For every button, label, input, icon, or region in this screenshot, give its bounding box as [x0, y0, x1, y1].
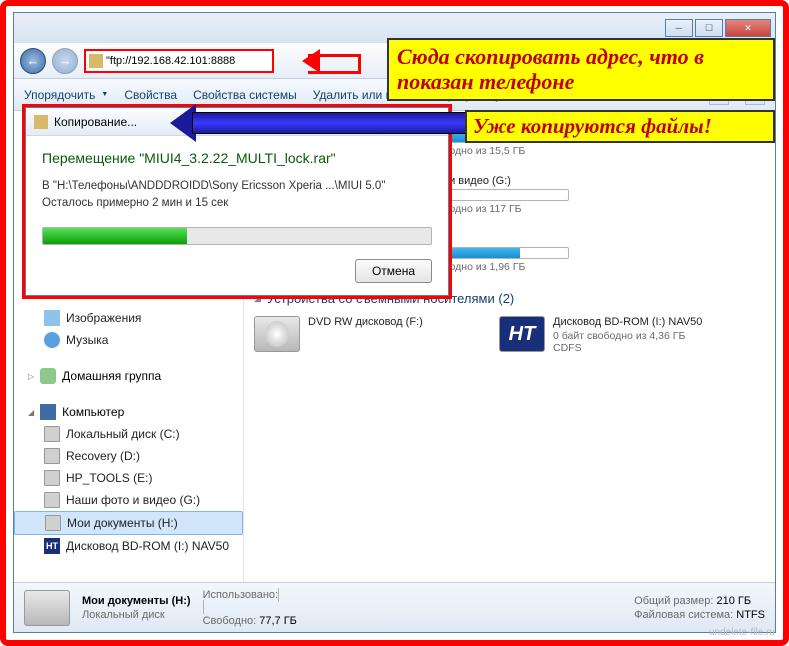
statusbar: Мои документы (H:) Локальный диск Исполь… [14, 582, 775, 632]
sidebar-label: Домашняя группа [62, 369, 161, 383]
annotation-address: Сюда скопировать адрес, что в показан те… [387, 38, 775, 101]
sidebar-label: Наши фото и видео (G:) [66, 493, 200, 507]
images-icon [44, 310, 60, 326]
music-icon [44, 332, 60, 348]
sidebar-label: Локальный диск (C:) [66, 427, 180, 441]
drive-nav[interactable]: Дисковод BD-ROM (I:) NAV50 0 байт свобод… [499, 316, 734, 354]
sidebar-item-drive-c[interactable]: Локальный диск (C:) [14, 423, 243, 445]
status-fs-value: NTFS [736, 609, 765, 621]
sidebar-item-drive-i[interactable]: HT Дисковод BD-ROM (I:) NAV50 [14, 535, 243, 557]
sidebar-item-drive-g[interactable]: Наши фото и видео (G:) [14, 489, 243, 511]
sidebar-item-drive-e[interactable]: HP_TOOLS (E:) [14, 467, 243, 489]
nav-drive-icon: HT [44, 538, 60, 554]
drive-free-text: 0 байт свободно из 4,36 ГБ [553, 330, 734, 342]
sidebar-label: Изображения [66, 311, 141, 325]
sidebar-homegroup[interactable]: ▷Домашняя группа [14, 365, 243, 387]
sidebar-label: Дисковод BD-ROM (I:) NAV50 [66, 539, 229, 553]
status-free-value: 77,7 ГБ [259, 615, 297, 627]
organize-menu[interactable]: Упорядочить [24, 88, 108, 102]
sidebar-item-images[interactable]: Изображения [14, 307, 243, 329]
nav-icon [499, 316, 545, 352]
system-properties-button[interactable]: Свойства системы [193, 88, 297, 102]
computer-icon [40, 404, 56, 420]
folder-icon [89, 54, 103, 68]
annotation-arrow-blue [170, 108, 470, 138]
progress-bar [42, 227, 432, 245]
drive-icon [44, 470, 60, 486]
status-total-label: Общий размер: [634, 595, 713, 607]
status-drive-type: Локальный диск [82, 609, 191, 621]
copy-icon [34, 115, 48, 129]
sidebar-item-music[interactable]: Музыка [14, 329, 243, 351]
drive-icon [44, 492, 60, 508]
properties-button[interactable]: Свойства [124, 88, 177, 102]
sidebar-label: Recovery (D:) [66, 449, 140, 463]
status-drive-icon [24, 590, 70, 626]
sidebar-computer[interactable]: ◢Компьютер [14, 401, 243, 423]
dialog-title-text: Копирование... [54, 115, 137, 129]
cancel-button[interactable]: Отмена [355, 259, 432, 283]
status-drive-name: Мои документы (H:) [82, 595, 191, 607]
drive-name: DVD RW дисковод (F:) [308, 316, 489, 328]
dialog-eta: Осталось примерно 2 мин и 15 сек [42, 195, 432, 212]
back-button[interactable]: ← [20, 48, 46, 74]
watermark: undelete-file.ru [709, 627, 775, 638]
maximize-button[interactable]: ☐ [695, 19, 723, 37]
sidebar-label: Компьютер [62, 405, 124, 419]
address-input[interactable] [106, 55, 269, 67]
sidebar-label: Музыка [66, 333, 108, 347]
status-free-label: Свободно: [203, 615, 257, 627]
sidebar-label: Мои документы (H:) [67, 516, 178, 530]
forward-button[interactable]: → [52, 48, 78, 74]
sidebar-item-drive-d[interactable]: Recovery (D:) [14, 445, 243, 467]
address-bar[interactable] [84, 49, 274, 73]
status-used-label: Использовано: [203, 589, 279, 601]
drive-dvd[interactable]: DVD RW дисковод (F:) [254, 316, 489, 354]
sidebar-label: HP_TOOLS (E:) [66, 471, 152, 485]
annotation-arrow-red [290, 49, 360, 73]
drive-icon [44, 426, 60, 442]
close-button[interactable]: ✕ [725, 19, 771, 37]
drive-icon [44, 448, 60, 464]
homegroup-icon [40, 368, 56, 384]
dialog-dest: В "H:\Телефоны\ANDDDROIDD\Sony Ericsson … [42, 178, 432, 195]
status-fs-label: Файловая система: [634, 609, 733, 621]
drive-icon [45, 515, 61, 531]
annotation-copying: Уже копируются файлы! [465, 110, 775, 143]
dvd-icon [254, 316, 300, 352]
dialog-heading: Перемещение "MIUI4_3.2.22_MULTI_lock.rar… [42, 150, 432, 166]
status-total-value: 210 ГБ [716, 595, 751, 607]
drive-fs: CDFS [553, 342, 734, 354]
drive-name: Дисковод BD-ROM (I:) NAV50 [553, 316, 734, 328]
sidebar-item-drive-h[interactable]: Мои документы (H:) [14, 511, 243, 535]
minimize-button[interactable]: ─ [665, 19, 693, 37]
